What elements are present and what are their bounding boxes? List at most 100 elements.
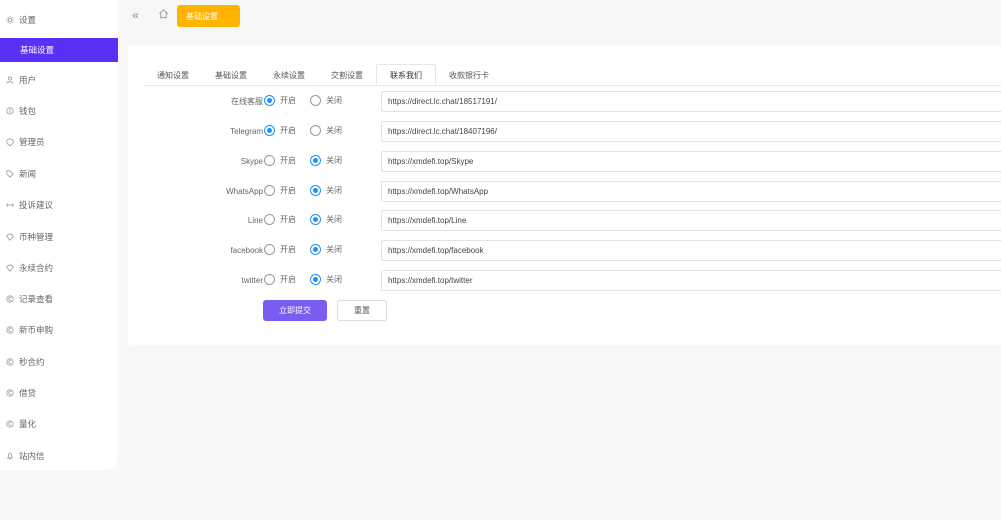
- tab-3[interactable]: 交割设置: [318, 64, 376, 86]
- settings-panel: 通知设置基础设置永续设置交割设置联系我们收款银行卡 在线客服开启关闭Telegr…: [128, 45, 1001, 345]
- contact-label: Telegram: [230, 127, 263, 136]
- url-input[interactable]: [381, 270, 1001, 291]
- home-icon[interactable]: [158, 8, 169, 19]
- url-input[interactable]: [381, 210, 1001, 231]
- radio-circle: [264, 244, 275, 255]
- sidebar-item-10[interactable]: 借贷: [0, 381, 118, 405]
- collapse-sidebar-icon[interactable]: «: [132, 8, 139, 22]
- radio-label: 开启: [280, 215, 296, 224]
- radio-circle: [310, 185, 321, 196]
- radio-off[interactable]: 关闭: [310, 155, 342, 166]
- sidebar-item-label: 量化: [19, 419, 37, 429]
- radio-circle: [310, 125, 321, 136]
- sidebar-item-settings[interactable]: 设置: [0, 8, 118, 32]
- tag-icon: [6, 170, 14, 178]
- link-icon: [6, 201, 14, 209]
- radio-circle: [310, 274, 321, 285]
- radio-off[interactable]: 关闭: [310, 214, 342, 225]
- submit-button[interactable]: 立即提交: [263, 300, 327, 321]
- tab-1[interactable]: 基础设置: [202, 64, 260, 86]
- radio-label: 关闭: [326, 245, 342, 254]
- radio-on[interactable]: 开启: [264, 185, 296, 196]
- sidebar-item-label: 币种管理: [19, 232, 54, 242]
- contact-label: 在线客服: [231, 97, 263, 106]
- radio-label: 开启: [280, 126, 296, 135]
- radio-on[interactable]: 开启: [264, 274, 296, 285]
- tab-bar: 通知设置 基础设置 永续设置 交割设置 联系我们 收款银行卡: [144, 63, 502, 86]
- contact-row: twitter 开启 关闭: [128, 270, 1001, 291]
- url-input[interactable]: [381, 240, 1001, 261]
- sidebar-item-8[interactable]: 新币申购: [0, 318, 118, 342]
- contact-row: Telegram 开启 关闭: [128, 121, 1001, 142]
- sidebar-item-label: 新闻: [19, 169, 37, 179]
- radio-on[interactable]: 开启: [264, 155, 296, 166]
- url-input[interactable]: [381, 91, 1001, 112]
- wallet-icon: [6, 107, 14, 115]
- contact-row: facebook 开启 关闭: [128, 240, 1001, 261]
- contact-label: WhatsApp: [226, 187, 263, 196]
- url-input[interactable]: [381, 121, 1001, 142]
- sidebar-item-9[interactable]: 秒合约: [0, 350, 118, 374]
- sidebar-item-label: 管理员: [19, 137, 45, 147]
- radio-on[interactable]: 开启: [264, 125, 296, 136]
- radio-off[interactable]: 关闭: [310, 125, 342, 136]
- sidebar-item-1[interactable]: 钱包: [0, 99, 118, 123]
- radio-circle: [264, 214, 275, 225]
- sidebar-item-label: 投诉建议: [19, 200, 54, 210]
- tab-2[interactable]: 永续设置: [260, 64, 318, 86]
- radio-circle: [310, 95, 321, 106]
- radio-label: 开启: [280, 186, 296, 195]
- tab-4[interactable]: 联系我们: [376, 64, 436, 86]
- reset-button[interactable]: 重置: [337, 300, 387, 321]
- breadcrumb-tag[interactable]: 基础设置: [177, 5, 240, 27]
- tab-0[interactable]: 通知设置: [144, 64, 202, 86]
- radio-label: 关闭: [326, 126, 342, 135]
- sidebar-item-7[interactable]: 记录查看: [0, 287, 118, 311]
- radio-off[interactable]: 关闭: [310, 95, 342, 106]
- radio-label: 关闭: [326, 96, 342, 105]
- radio-label: 开启: [280, 275, 296, 284]
- sidebar-item-0[interactable]: 用户: [0, 68, 118, 92]
- sidebar-item-label: 永续合约: [19, 263, 54, 273]
- contact-row: 在线客服 开启 关闭: [128, 91, 1001, 112]
- sidebar-item-5[interactable]: 币种管理: [0, 225, 118, 249]
- bell-icon: [6, 452, 14, 460]
- radio-circle: [264, 185, 275, 196]
- url-input[interactable]: [381, 151, 1001, 172]
- coin-icon: [6, 295, 14, 303]
- sidebar-item-11[interactable]: 量化: [0, 412, 118, 436]
- radio-label: 开启: [280, 156, 296, 165]
- coin-icon: [6, 389, 14, 397]
- diamond-icon: [6, 264, 14, 272]
- radio-circle: [264, 274, 275, 285]
- sidebar-item-4[interactable]: 投诉建议: [0, 193, 118, 217]
- radio-off[interactable]: 关闭: [310, 274, 342, 285]
- radio-on[interactable]: 开启: [264, 95, 296, 106]
- contact-label: Skype: [240, 157, 263, 166]
- sidebar-item-label: 设置: [19, 15, 37, 25]
- radio-circle: [264, 95, 275, 106]
- url-input[interactable]: [381, 181, 1001, 202]
- tab-5[interactable]: 收款银行卡: [436, 64, 502, 86]
- contact-label: facebook: [230, 246, 263, 255]
- sidebar-item-3[interactable]: 新闻: [0, 162, 118, 186]
- radio-circle: [310, 244, 321, 255]
- radio-circle: [264, 155, 275, 166]
- radio-on[interactable]: 开启: [264, 244, 296, 255]
- contact-label: Line: [247, 216, 263, 225]
- sidebar: 设置 基础设置 用户钱包管理员新闻投诉建议币种管理永续合约记录查看新币申购秒合约…: [0, 0, 118, 470]
- shield-icon: [6, 138, 14, 146]
- radio-off[interactable]: 关闭: [310, 244, 342, 255]
- sidebar-item-2[interactable]: 管理员: [0, 130, 118, 154]
- sidebar-item-basic-settings[interactable]: 基础设置: [0, 38, 118, 62]
- sidebar-item-label: 钱包: [19, 106, 37, 116]
- sidebar-item-6[interactable]: 永续合约: [0, 256, 118, 280]
- sidebar-item-label: 基础设置: [20, 45, 55, 55]
- sidebar-item-label: 记录查看: [19, 294, 54, 304]
- radio-on[interactable]: 开启: [264, 214, 296, 225]
- diamond-icon: [6, 233, 14, 241]
- breadcrumb-tag-label: 基础设置: [186, 11, 218, 21]
- sidebar-item-12[interactable]: 站内信: [0, 444, 118, 468]
- contact-row: Skype 开启 关闭: [128, 151, 1001, 172]
- radio-off[interactable]: 关闭: [310, 185, 342, 196]
